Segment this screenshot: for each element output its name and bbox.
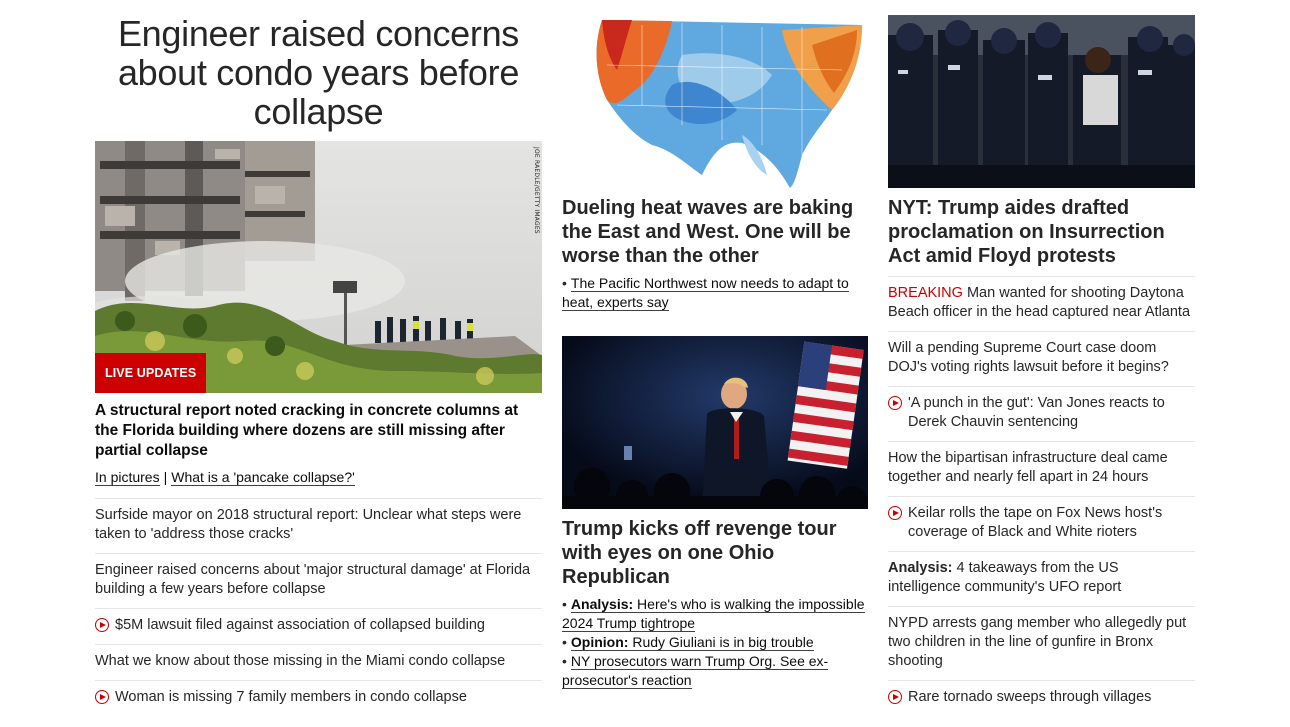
middle-column: Dueling heat waves are baking the East a… [562,0,868,690]
list-item-text[interactable]: $5M lawsuit filed against association of… [115,616,542,635]
bullet-item: • NY prosecutors warn Trump Org. See ex-p… [562,652,868,690]
list-item[interactable]: Surfside mayor on 2018 structural report… [95,498,542,553]
heat-wave-related: • The Pacific Northwest now needs to adap… [562,274,868,312]
play-video-icon [95,690,109,704]
play-video-icon [888,690,902,704]
photo-credit: JOE RAEDLE/GETTY IMAGES [533,147,540,234]
list-item[interactable]: Will a pending Supreme Court case doom D… [888,331,1195,386]
bullet-link[interactable]: Opinion: Rudy Giuliani is in big trouble [570,634,814,651]
list-item-text[interactable]: BREAKING Man wanted for shooting Daytona… [888,284,1195,322]
bullet-item: • The Pacific Northwest now needs to adap… [562,274,868,312]
nyt-headline[interactable]: NYT: Trump aides drafted proclamation on… [888,196,1195,268]
bullet-item: • Opinion: Rudy Giuliani is in big troubl… [562,633,868,652]
list-item[interactable]: Analysis: 4 takeaways from the US intell… [888,551,1195,606]
play-video-icon [95,618,109,632]
analysis-label: Analysis: [888,560,953,576]
analysis-label: Analysis: [570,596,634,612]
bullet-link[interactable]: NY prosecutors warn Trump Org. See ex-pr… [562,653,829,689]
condo-collapse-photo[interactable]: JOE RAEDLE/GETTY IMAGES LIVE UPDATES [95,141,542,393]
list-item[interactable]: 'A punch in the gut': Van Jones reacts t… [888,386,1195,441]
lead-story-title[interactable]: A structural report noted cracking in co… [95,401,542,461]
list-item-text[interactable]: Surfside mayor on 2018 structural report… [95,506,542,544]
link-separator: | [163,469,168,485]
heat-wave-map[interactable] [562,15,868,188]
list-item[interactable]: Rare tornado sweeps through villages [888,680,1195,716]
bullet-item: • Analysis: Here's who is walking the imp… [562,595,868,633]
floyd-protest-photo[interactable] [888,15,1195,188]
list-item[interactable]: Engineer raised concerns about 'major st… [95,553,542,608]
list-item-text[interactable]: How the bipartisan infrastructure deal c… [888,449,1195,487]
lead-headline[interactable]: Engineer raised concerns about condo yea… [95,14,542,131]
play-video-icon [888,506,902,520]
heat-wave-headline[interactable]: Dueling heat waves are baking the East a… [562,196,868,268]
bullet-link[interactable]: The Pacific Northwest now needs to adapt… [562,275,849,311]
list-item[interactable]: How the bipartisan infrastructure deal c… [888,441,1195,496]
trump-related: • Analysis: Here's who is walking the imp… [562,595,868,690]
list-item-text[interactable]: Rare tornado sweeps through villages [908,688,1195,707]
trump-rally-photo[interactable] [562,336,868,509]
list-item-text[interactable]: Keilar rolls the tape on Fox News host's… [908,504,1195,542]
bullet-dot: • [562,653,567,669]
bullet-dot: • [562,596,567,612]
bullet-text: Rudy Giuliani is in big trouble [632,634,814,650]
lead-story-column: Engineer raised concerns about condo yea… [95,0,542,716]
pancake-collapse-link[interactable]: What is a 'pancake collapse?' [171,469,355,486]
bullet-dot: • [562,275,567,291]
lead-links: In pictures | What is a 'pancake collapse?… [95,468,542,486]
bullet-dot: • [562,634,567,650]
list-item[interactable]: What we know about those missing in the … [95,644,542,680]
in-pictures-link[interactable]: In pictures [95,469,160,486]
list-item-text[interactable]: Woman is missing 7 family members in con… [115,688,542,707]
trump-headline[interactable]: Trump kicks off revenge tour with eyes o… [562,517,868,589]
opinion-label: Opinion: [570,634,629,650]
list-item-text[interactable]: Analysis: 4 takeaways from the US intell… [888,559,1195,597]
list-item-text[interactable]: 'A punch in the gut': Van Jones reacts t… [908,394,1195,432]
live-updates-badge[interactable]: LIVE UPDATES [95,353,207,393]
list-item-text[interactable]: What we know about those missing in the … [95,652,542,671]
list-item-text[interactable]: Will a pending Supreme Court case doom D… [888,339,1195,377]
list-item-text[interactable]: NYPD arrests gang member who allegedly p… [888,614,1195,671]
right-related-list: BREAKING Man wanted for shooting Daytona… [888,276,1195,716]
list-item[interactable]: BREAKING Man wanted for shooting Daytona… [888,276,1195,331]
list-item[interactable]: NYPD arrests gang member who allegedly p… [888,606,1195,680]
lead-related-list: Surfside mayor on 2018 structural report… [95,498,542,716]
list-item[interactable]: Keilar rolls the tape on Fox News host's… [888,496,1195,551]
list-item[interactable]: Woman is missing 7 family members in con… [95,680,542,716]
play-video-icon [888,396,902,410]
right-column: NYT: Trump aides drafted proclamation on… [888,0,1195,716]
list-item[interactable]: $5M lawsuit filed against association of… [95,608,542,644]
bullet-link[interactable]: Analysis: Here's who is walking the impo… [562,596,865,632]
list-item-text[interactable]: Engineer raised concerns about 'major st… [95,561,542,599]
breaking-label: BREAKING [888,285,963,301]
